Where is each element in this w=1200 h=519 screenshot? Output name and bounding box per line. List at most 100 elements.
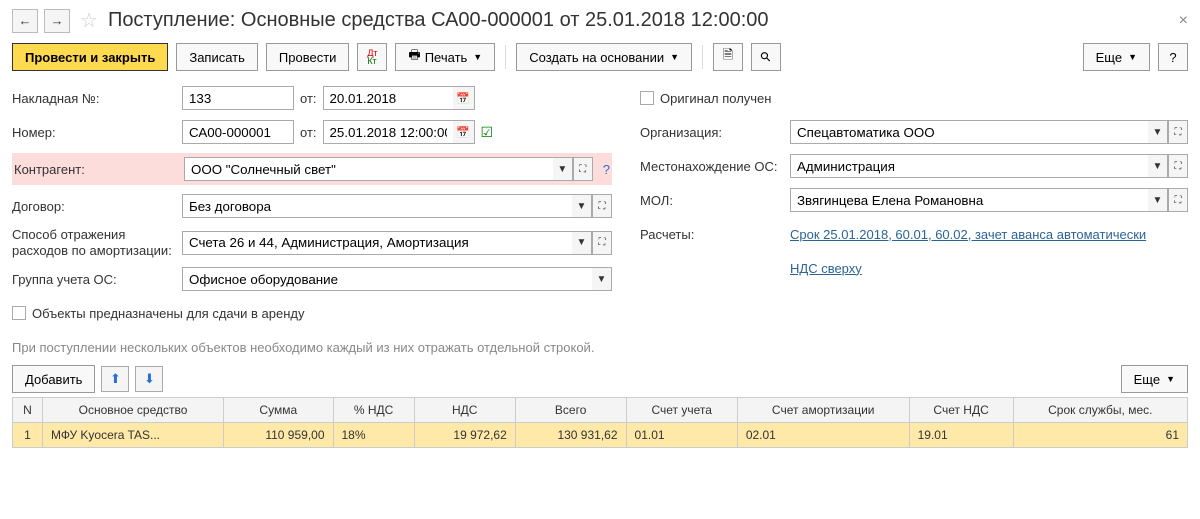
vat-mode-link[interactable]: НДС сверху <box>790 261 862 276</box>
open-button[interactable]: ⛶ <box>1168 188 1188 212</box>
print-button[interactable]: 🖶 Печать ▼ <box>395 43 495 71</box>
help-button[interactable]: ? <box>1158 43 1188 71</box>
document-icon: 🗎 <box>723 46 733 68</box>
separator <box>702 45 703 69</box>
hint-text: При поступлении нескольких объектов необ… <box>12 340 1188 355</box>
create-based-on-button[interactable]: Создать на основании ▼ <box>516 43 692 71</box>
invoice-date-input[interactable] <box>323 86 453 110</box>
cell-vat-pct: 18% <box>333 423 414 448</box>
dtkt-button[interactable]: ДтКт <box>357 43 387 71</box>
cell-vat-acct: 19.01 <box>909 423 1013 448</box>
post-button[interactable]: Провести <box>266 43 350 71</box>
number-label: Номер: <box>12 125 182 140</box>
col-vat-acct[interactable]: Счет НДС <box>909 398 1013 423</box>
checkbox-icon <box>12 306 26 320</box>
os-group-input[interactable] <box>182 267 592 291</box>
dropdown-button[interactable]: ▼ <box>572 194 592 218</box>
col-life[interactable]: Срок службы, мес. <box>1013 398 1187 423</box>
from-label-1: от: <box>300 91 317 106</box>
invoice-no-input[interactable] <box>182 86 294 110</box>
open-button[interactable]: ⛶ <box>1168 120 1188 144</box>
col-item[interactable]: Основное средство <box>43 398 224 423</box>
open-button[interactable]: ⛶ <box>573 157 593 181</box>
os-location-label: Местонахождение ОС: <box>640 159 790 174</box>
add-row-button[interactable]: Добавить <box>12 365 95 393</box>
cell-sum: 110 959,00 <box>224 423 333 448</box>
original-received-label: Оригинал получен <box>660 91 771 106</box>
col-vat[interactable]: НДС <box>414 398 515 423</box>
favorite-star-icon[interactable]: ☆ <box>80 8 98 33</box>
cell-n: 1 <box>13 423 43 448</box>
cell-amort: 02.01 <box>737 423 909 448</box>
col-amort[interactable]: Счет амортизации <box>737 398 909 423</box>
move-down-button[interactable]: ⬇ <box>135 366 163 392</box>
calendar-icon[interactable]: 📅 <box>453 86 475 110</box>
table-row[interactable]: 1 МФУ Kyocera TAS... 110 959,00 18% 19 9… <box>13 423 1188 448</box>
table-header-row: N Основное средство Сумма % НДС НДС Всег… <box>13 398 1188 423</box>
col-vat-pct[interactable]: % НДС <box>333 398 414 423</box>
col-acct[interactable]: Счет учета <box>626 398 737 423</box>
number-input[interactable] <box>182 120 294 144</box>
nav-forward-button[interactable]: → <box>44 9 70 33</box>
number-date-input[interactable] <box>323 120 453 144</box>
close-icon[interactable]: × <box>1179 12 1188 30</box>
dropdown-button[interactable]: ▼ <box>572 231 592 255</box>
dropdown-button[interactable]: ▼ <box>1148 154 1168 178</box>
contract-label: Договор: <box>12 199 182 214</box>
cell-life: 61 <box>1013 423 1187 448</box>
separator <box>505 45 506 69</box>
rent-objects-checkbox[interactable]: Объекты предназначены для сдачи в аренду <box>12 306 304 321</box>
cell-total: 130 931,62 <box>515 423 626 448</box>
based-on-label: Создать на основании <box>529 50 664 65</box>
print-label: Печать <box>425 50 468 65</box>
dropdown-button[interactable]: ▼ <box>1148 188 1168 212</box>
paperclip-icon: ⚲ <box>757 48 775 66</box>
attachment-button[interactable]: ⚲ <box>751 43 781 71</box>
dropdown-button[interactable]: ▼ <box>592 267 612 291</box>
os-location-input[interactable] <box>790 154 1148 178</box>
save-button[interactable]: Записать <box>176 43 258 71</box>
open-button[interactable]: ⛶ <box>1168 154 1188 178</box>
table-more-button[interactable]: Еще ▼ <box>1121 365 1188 393</box>
help-icon[interactable]: ? <box>603 162 610 177</box>
cell-vat: 19 972,62 <box>414 423 515 448</box>
organization-input[interactable] <box>790 120 1148 144</box>
invoice-no-label: Накладная №: <box>12 91 182 106</box>
mol-label: МОЛ: <box>640 193 790 208</box>
os-group-label: Группа учета ОС: <box>12 272 182 287</box>
move-up-button[interactable]: ⬆ <box>101 366 129 392</box>
more-label: Еще <box>1134 372 1160 387</box>
document-icon-button[interactable]: 🗎 <box>713 43 743 71</box>
page-title: Поступление: Основные средства СА00-0000… <box>108 9 769 32</box>
chevron-down-icon: ▼ <box>1128 52 1137 62</box>
chevron-down-icon: ▼ <box>1166 374 1175 384</box>
nav-back-button[interactable]: ← <box>12 9 38 33</box>
open-button[interactable]: ⛶ <box>592 194 612 218</box>
rent-objects-label: Объекты предназначены для сдачи в аренду <box>32 306 304 321</box>
mol-input[interactable] <box>790 188 1148 212</box>
counterparty-input[interactable] <box>184 157 553 181</box>
settlements-label: Расчеты: <box>640 227 790 242</box>
contract-input[interactable] <box>182 194 572 218</box>
dropdown-button[interactable]: ▼ <box>553 157 573 181</box>
expense-method-input[interactable] <box>182 231 572 255</box>
more-label: Еще <box>1096 50 1122 65</box>
col-total[interactable]: Всего <box>515 398 626 423</box>
counterparty-label: Контрагент: <box>14 162 184 177</box>
dropdown-button[interactable]: ▼ <box>1148 120 1168 144</box>
cell-acct: 01.01 <box>626 423 737 448</box>
organization-label: Организация: <box>640 125 790 140</box>
post-and-close-button[interactable]: Провести и закрыть <box>12 43 168 71</box>
new-status-icon: ☑ <box>481 124 494 141</box>
col-sum[interactable]: Сумма <box>224 398 333 423</box>
printer-icon: 🖶 <box>408 46 420 68</box>
col-n[interactable]: N <box>13 398 43 423</box>
original-received-checkbox[interactable]: Оригинал получен <box>640 91 771 106</box>
settlements-link[interactable]: Срок 25.01.2018, 60.01, 60.02, зачет ава… <box>790 227 1146 242</box>
open-button[interactable]: ⛶ <box>592 231 612 255</box>
more-button[interactable]: Еще ▼ <box>1083 43 1150 71</box>
chevron-down-icon: ▼ <box>670 52 679 62</box>
calendar-icon[interactable]: 📅 <box>453 120 475 144</box>
from-label-2: от: <box>300 125 317 140</box>
chevron-down-icon: ▼ <box>473 52 482 62</box>
